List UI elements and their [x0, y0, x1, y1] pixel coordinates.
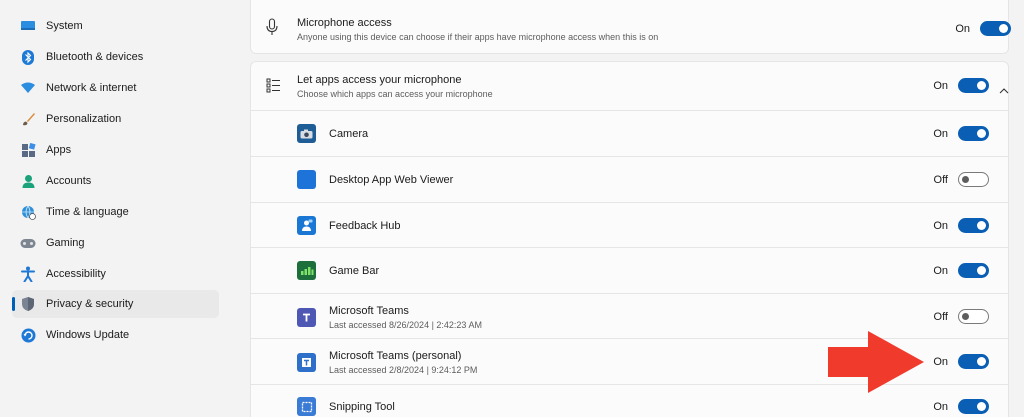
chevron-up-icon[interactable]	[999, 81, 1009, 99]
sidebar-item-label: Gaming	[46, 237, 85, 249]
sidebar-item-label: Bluetooth & devices	[46, 51, 144, 63]
app-name: Game Bar	[329, 265, 380, 277]
sidebar-item-label: Time & language	[46, 206, 129, 218]
sidebar-item-label: Apps	[46, 144, 72, 156]
apps-icon	[20, 142, 36, 158]
app-name: Camera	[329, 128, 369, 140]
camera-toggle[interactable]	[958, 126, 989, 141]
microphone-icon	[266, 18, 278, 41]
bluetooth-icon	[20, 49, 36, 65]
game-bar-app-icon	[297, 261, 316, 280]
app-name: Microsoft Teams (personal)	[329, 350, 462, 362]
let-apps-access-toggle[interactable]	[958, 78, 989, 93]
list-icon	[266, 78, 281, 98]
last-accessed: Last accessed 8/26/2024 | 2:42:23 AM	[329, 320, 482, 330]
microsoft-teams-toggle[interactable]	[958, 309, 989, 324]
app-state: Off	[933, 174, 948, 186]
sidebar-item-personalization[interactable]: Personalization	[12, 105, 219, 133]
sidebar-item-privacy-security[interactable]: Privacy & security	[12, 290, 219, 318]
teams-personal-app-icon	[297, 353, 316, 372]
wifi-icon	[20, 80, 36, 96]
microphone-access-title: Microphone access	[297, 17, 392, 29]
let-apps-access-row[interactable]: Let apps access your microphone Choose w…	[250, 61, 1009, 111]
app-state: On	[933, 401, 948, 413]
app-name: Feedback Hub	[329, 220, 401, 232]
monitor-icon	[20, 18, 36, 34]
brush-icon	[20, 111, 36, 127]
sidebar-item-time-language[interactable]: Time & language	[12, 198, 219, 226]
microphone-access-state: On	[955, 23, 970, 35]
sidebar-item-windows-update[interactable]: Windows Update	[12, 321, 219, 349]
sidebar-item-label: System	[46, 20, 83, 32]
feedback-hub-app-icon	[297, 216, 316, 235]
sidebar-item-accessibility[interactable]: Accessibility	[12, 260, 219, 288]
teams-app-icon	[297, 308, 316, 327]
update-icon	[20, 327, 36, 343]
sidebar-item-accounts[interactable]: Accounts	[12, 167, 219, 195]
app-row-game-bar: Game Bar On	[250, 248, 1009, 294]
sidebar-item-network[interactable]: Network & internet	[12, 74, 219, 102]
sidebar-item-label: Network & internet	[46, 82, 137, 94]
app-state: On	[933, 128, 948, 140]
sidebar-item-label: Windows Update	[46, 329, 130, 341]
microphone-access-row: Microphone access Anyone using this devi…	[250, 0, 1011, 54]
app-state: On	[933, 265, 948, 277]
microsoft-teams-personal-toggle[interactable]	[958, 354, 989, 369]
sidebar-item-label: Accounts	[46, 175, 92, 187]
app-name: Desktop App Web Viewer	[329, 174, 454, 186]
shield-icon	[20, 296, 36, 312]
camera-app-icon	[297, 124, 316, 143]
accessibility-icon	[20, 266, 36, 282]
sidebar-item-system[interactable]: System	[12, 12, 219, 40]
snipping-tool-app-icon	[297, 397, 316, 416]
last-accessed: Last accessed 2/8/2024 | 9:24:12 PM	[329, 365, 478, 375]
sidebar-item-apps[interactable]: Apps	[12, 136, 219, 164]
sidebar-item-bluetooth[interactable]: Bluetooth & devices	[12, 43, 219, 71]
sidebar-item-label: Privacy & security	[46, 298, 134, 310]
globe-clock-icon	[20, 204, 36, 220]
app-state: Off	[933, 311, 948, 323]
sidebar-item-label: Accessibility	[46, 268, 106, 280]
sidebar-nav: System Bluetooth & devices Network & int…	[0, 0, 232, 417]
gamepad-icon	[20, 235, 36, 251]
let-apps-access-title: Let apps access your microphone	[297, 74, 462, 86]
sidebar-item-gaming[interactable]: Gaming	[12, 229, 219, 257]
person-icon	[20, 173, 36, 189]
sidebar-item-label: Personalization	[46, 113, 122, 125]
microphone-access-toggle[interactable]	[980, 21, 1011, 36]
microphone-access-subtitle: Anyone using this device can choose if t…	[297, 32, 659, 42]
app-state: On	[933, 220, 948, 232]
app-name: Microsoft Teams	[329, 305, 409, 317]
snipping-tool-toggle[interactable]	[958, 399, 989, 414]
app-row-desktop-web-viewer: Desktop App Web Viewer Off	[250, 157, 1009, 203]
app-row-feedback-hub: Feedback Hub On	[250, 203, 1009, 248]
web-viewer-app-icon	[297, 170, 316, 189]
app-name: Snipping Tool	[329, 401, 395, 413]
app-row-camera: Camera On	[250, 111, 1009, 157]
let-apps-access-subtitle: Choose which apps can access your microp…	[297, 89, 493, 99]
red-arrow-annotation	[828, 331, 924, 393]
desktop-web-viewer-toggle[interactable]	[958, 172, 989, 187]
game-bar-toggle[interactable]	[958, 263, 989, 278]
let-apps-access-state: On	[933, 80, 948, 92]
feedback-hub-toggle[interactable]	[958, 218, 989, 233]
